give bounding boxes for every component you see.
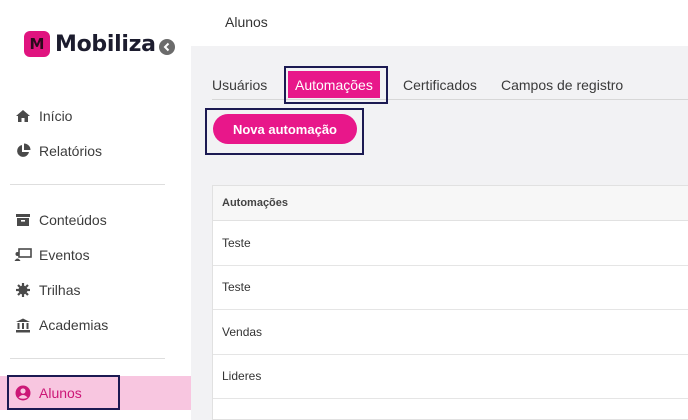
table-row[interactable]: Lideres: [213, 355, 688, 399]
sidebar-divider: [10, 358, 165, 359]
sidebar-item-label: Eventos: [39, 247, 90, 263]
sidebar-item-label: Início: [39, 108, 73, 124]
highlight-frame-automacoes-tab: [284, 66, 388, 104]
logo-mark-icon: M: [24, 31, 50, 57]
brand-logo[interactable]: M Mobiliza: [24, 31, 156, 57]
institution-icon: [14, 316, 32, 334]
automations-table: Automações Teste Teste Vendas Lideres: [212, 185, 688, 420]
sidebar-item-eventos[interactable]: Eventos: [0, 238, 191, 272]
collapse-sidebar-button[interactable]: [159, 39, 175, 55]
table-row[interactable]: Teste: [213, 266, 688, 310]
archive-icon: [14, 211, 32, 229]
table-header: Automações: [213, 186, 688, 221]
highlight-frame-alunos: [7, 375, 120, 410]
sidebar-divider: [10, 184, 165, 185]
sidebar-item-label: Conteúdos: [39, 212, 107, 228]
sidebar-item-academias[interactable]: Academias: [0, 308, 191, 342]
table-row[interactable]: Teste: [213, 221, 688, 266]
sidebar-item-label: Relatórios: [39, 143, 103, 159]
sidebar-item-inicio[interactable]: Início: [0, 99, 191, 133]
sidebar: M Mobiliza Início Relatórios Conteúdos E…: [0, 0, 191, 420]
sidebar-item-relatorios[interactable]: Relatórios: [0, 134, 191, 168]
sidebar-item-conteudos[interactable]: Conteúdos: [0, 203, 191, 237]
top-bar: Alunos: [191, 0, 688, 46]
page-title: Alunos: [225, 14, 268, 30]
brand-name: Mobiliza: [55, 31, 156, 57]
home-icon: [14, 107, 32, 125]
chevron-left-icon: [163, 42, 170, 52]
gear-icon: [14, 281, 32, 299]
tab-usuarios[interactable]: Usuários: [212, 70, 267, 100]
app-window: M Mobiliza Início Relatórios Conteúdos E…: [0, 0, 688, 420]
sidebar-item-label: Trilhas: [39, 282, 81, 298]
presentation-icon: [14, 246, 32, 264]
pie-chart-icon: [14, 142, 32, 160]
highlight-frame-new-automation: [205, 108, 364, 155]
sidebar-item-trilhas[interactable]: Trilhas: [0, 273, 191, 307]
sidebar-item-label: Academias: [39, 317, 109, 333]
tab-certificados[interactable]: Certificados: [403, 70, 477, 100]
tab-campos-de-registro[interactable]: Campos de registro: [501, 70, 623, 100]
table-row[interactable]: Vendas: [213, 310, 688, 355]
